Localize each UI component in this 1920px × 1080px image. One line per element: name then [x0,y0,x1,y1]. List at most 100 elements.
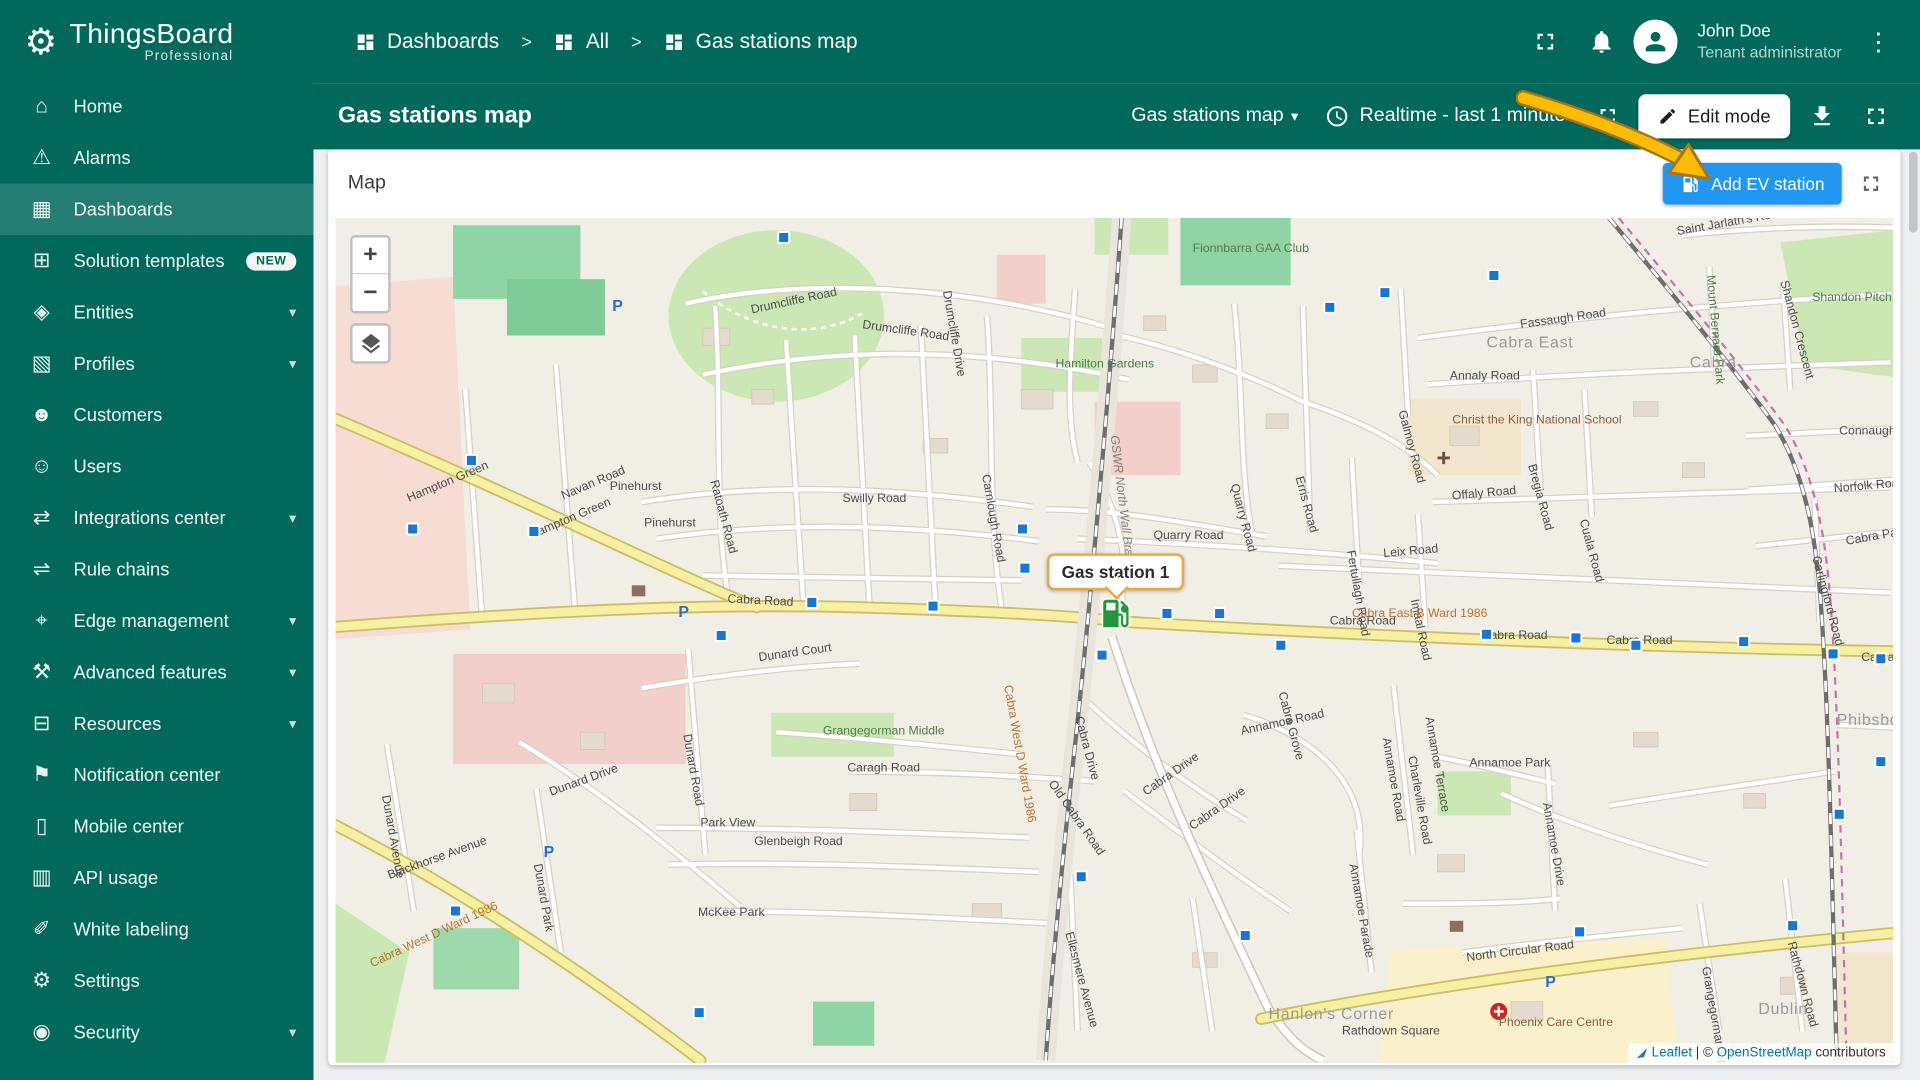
station-marker[interactable] [464,453,478,467]
breadcrumb-label: Gas stations map [695,29,858,53]
station-marker[interactable] [1786,919,1800,933]
station-marker[interactable] [1832,807,1846,821]
zoom-in-button[interactable]: + [352,237,389,275]
station-marker[interactable] [527,524,541,538]
station-marker[interactable] [1629,638,1643,652]
map-label: Hamilton Gardens [1056,356,1155,370]
station-marker[interactable] [777,231,791,245]
station-marker[interactable] [1015,522,1029,536]
map-label: Glenbeigh Road [754,834,843,848]
sidebar-item-rule-chains[interactable]: ⇌ Rule chains [0,544,313,595]
sidebar-item-dashboards[interactable]: ▦ Dashboards [0,183,314,236]
map-label: Annamoe Parade [1346,863,1376,959]
layers-control[interactable] [350,323,391,364]
sidebar-item-customers[interactable]: ☻ Customers [0,389,313,440]
leaflet-link[interactable]: Leaflet [1652,1046,1692,1061]
station-marker[interactable] [1095,648,1109,662]
sidebar-item-advanced-features[interactable]: ⚒ Advanced features ▾ [0,647,313,698]
sidebar-item-integrations-center[interactable]: ⇄ Integrations center ▾ [0,492,313,543]
station-marker[interactable] [1569,631,1583,645]
station-marker[interactable] [1573,925,1587,939]
sidebar-item-alarms[interactable]: ⚠ Alarms [0,132,313,183]
attribution-divider: | [1695,1045,1700,1061]
map-label: Cabra [1690,354,1737,371]
station-marker[interactable] [1274,638,1288,652]
station-marker[interactable] [1160,606,1174,620]
station-marker[interactable] [1323,300,1337,314]
chevron-down-icon: ▾ [288,509,297,527]
sidebar-item-api-usage[interactable]: ▥ API usage [0,852,313,903]
chevron-down-icon: ▾ [288,715,297,733]
sidebar-item-white-labeling[interactable]: ✐ White labeling [0,904,313,955]
station-marker[interactable] [1018,561,1032,575]
station-marker[interactable] [692,1006,706,1020]
station-marker[interactable] [1487,269,1501,283]
gas-station-marker-icon[interactable] [1097,595,1134,632]
add-ev-station-button[interactable]: Add EV station [1663,162,1842,205]
security-icon: ◉ [32,1020,51,1044]
zoom-out-button[interactable]: − [352,274,389,312]
fullscreen-icon [1863,176,1879,191]
map-label: Fionnbarra GAA Club [1193,241,1309,255]
dashboard-fullscreen-button[interactable] [1854,92,1898,141]
sidebar-item-solution-templates[interactable]: ⊞ Solution templates NEW [0,235,313,286]
station-marker[interactable] [805,595,819,609]
station-marker[interactable] [1480,627,1494,641]
sidebar-item-notification-center[interactable]: ⚑ Notification center [0,749,313,800]
sidebar-item-entities[interactable]: ◈ Entities ▾ [0,287,313,338]
station-marker[interactable] [926,599,940,613]
page-scrollbar-thumb[interactable] [1908,151,1918,233]
map-widget: Map Add EV station Drumcliffe Road Drumc… [328,149,1901,1066]
sidebar-item-home[interactable]: ⌂ Home [0,81,313,132]
widget-fullscreen-button[interactable] [1859,171,1883,195]
download-dashboard-button[interactable] [1800,92,1844,141]
dashboard-state-selector[interactable]: Gas stations map ▾ [1131,105,1298,127]
app-logo[interactable]: ⚙ ThingsBoard Professional [0,0,313,83]
sidebar-item-edge-management[interactable]: ⌖ Edge management ▾ [0,595,313,646]
users-icon: ☺ [30,454,53,478]
station-marker[interactable] [714,629,728,643]
notifications-button[interactable] [1577,17,1626,66]
chevron-down-icon: ▾ [288,303,297,321]
sidebar-item-label: API usage [73,867,159,889]
station-marker[interactable] [1074,870,1088,884]
header-menu-button[interactable]: ⋮ [1859,26,1898,57]
openstreetmap-link[interactable]: OpenStreetMap [1717,1046,1812,1061]
station-marker[interactable] [406,522,420,536]
fullscreen-icon [1537,33,1554,50]
timewindow-button[interactable]: Realtime - last 1 minute [1325,104,1565,128]
sidebar-item-users[interactable]: ☺ Users [0,441,313,492]
station-marker[interactable] [449,904,463,918]
sidebar-item-settings[interactable]: ⚙ Settings [0,955,313,1006]
sidebar-item-profiles[interactable]: ▧ Profiles ▾ [0,338,313,389]
sidebar-item-resources[interactable]: ⊟ Resources ▾ [0,698,313,749]
toolbar-actions: Gas stations map ▾ Realtime - last 1 min… [1131,92,1898,141]
station-marker[interactable] [1238,929,1252,943]
station-marker[interactable] [1378,286,1392,300]
chevron-down-icon: ▾ [288,612,297,630]
user-avatar[interactable] [1633,19,1678,64]
map-label: Phoenix Care Centre [1499,1015,1613,1029]
map-container[interactable]: Drumcliffe Road Drumcliffe Road Drumcliffe… [335,217,1894,1063]
station-marker[interactable] [1874,652,1888,666]
station-marker[interactable] [1874,755,1888,769]
parking-icon: P [612,298,623,315]
breadcrumb-item-all[interactable]: All [554,29,609,53]
sidebar-item-label: Solution templates [73,250,225,272]
expand-dashboard-button[interactable] [1587,92,1629,141]
breadcrumb-item-dashboards[interactable]: Dashboards [355,29,499,53]
map-label: Park View [700,816,755,830]
sidebar-item-label: Dashboards [73,198,173,220]
sidebar-item-mobile-center[interactable]: ▯ Mobile center [0,801,313,852]
header-fullscreen-button[interactable] [1521,17,1570,66]
sidebar-item-security[interactable]: ◉ Security ▾ [0,1007,313,1058]
sidebar-item-label: Users [73,456,122,477]
map-label: Dublin [1758,1001,1808,1018]
station-marker[interactable] [1213,606,1227,620]
station-marker[interactable] [1826,647,1840,661]
map-label: Cuala Road [1577,518,1607,584]
station-marker[interactable] [1737,635,1751,649]
edit-mode-button[interactable]: Edit mode [1638,94,1791,139]
breadcrumb-item-gas-stations-map[interactable]: Gas stations map [664,29,858,53]
gas-station-tooltip[interactable]: Gas station 1 [1046,553,1185,591]
